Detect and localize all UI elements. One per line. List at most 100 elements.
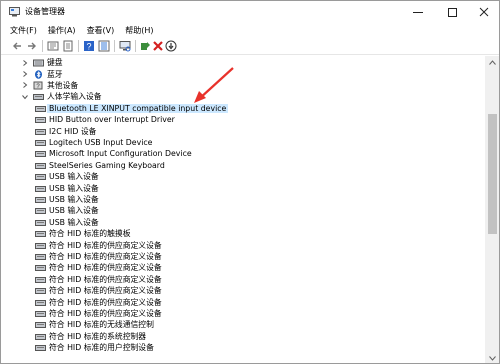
scrollbar-thumb[interactable]	[488, 114, 497, 234]
hid-device-item[interactable]: USB 输入设备	[35, 217, 99, 228]
device-tree-button[interactable]	[46, 39, 60, 53]
hid-device-item[interactable]: I2C HID 设备	[35, 125, 96, 136]
hid-device-label: SteelSeries Gaming Keyboard	[49, 160, 165, 170]
hid-device-item[interactable]: 符合 HID 标准的供应商定义设备	[35, 251, 162, 262]
hid-device-item[interactable]: 符合 HID 标准的供应商定义设备	[35, 274, 162, 285]
vertical-scrollbar[interactable]	[485, 56, 499, 363]
device-list-button[interactable]	[97, 39, 111, 53]
minimize-button[interactable]	[403, 1, 433, 23]
expand-arrow-icon[interactable]	[21, 70, 29, 78]
tree-item-keyboard[interactable]: 键盘	[21, 57, 63, 68]
close-icon	[479, 7, 489, 17]
hid-device-label: 符合 HID 标准的供应商定义设备	[49, 274, 162, 284]
device-manager-app-icon	[9, 7, 20, 17]
tree-item-human-interface-devices[interactable]: 人体学输入设备	[21, 91, 102, 102]
hid-device-label: 符合 HID 标准的供应商定义设备	[49, 297, 162, 307]
toolbar-separator	[114, 40, 115, 52]
hid-device-item[interactable]: Bluetooth LE XINPUT compatible input dev…	[35, 103, 229, 114]
window-title: 设备管理器	[25, 7, 65, 16]
hid-device-item[interactable]: 符合 HID 标准的系统控制器	[35, 331, 146, 342]
hid-device-icon	[35, 196, 46, 203]
back-button[interactable]	[10, 39, 24, 53]
scan-hardware-button[interactable]	[118, 39, 132, 53]
maximize-icon	[447, 7, 457, 17]
expand-arrow-icon[interactable]	[21, 59, 29, 67]
disable-button[interactable]	[164, 39, 178, 53]
scroll-up-button[interactable]	[485, 56, 499, 68]
menu-file[interactable]: 文件(F)	[10, 25, 37, 36]
hid-device-item[interactable]: USB 输入设备	[35, 182, 99, 193]
uninstall-button[interactable]	[151, 39, 165, 53]
hid-device-icon	[35, 174, 46, 181]
hid-device-label: USB 输入设备	[49, 194, 99, 204]
hid-device-label: 符合 HID 标准的供应商定义设备	[49, 263, 162, 273]
hid-device-icon	[35, 310, 46, 317]
hid-device-item[interactable]: USB 输入设备	[35, 194, 99, 205]
forward-icon	[28, 42, 36, 50]
hid-device-label: Microsoft Input Configuration Device	[49, 149, 192, 159]
back-icon	[13, 42, 21, 50]
hid-device-icon	[35, 151, 46, 158]
scroll-down-button[interactable]	[485, 352, 499, 363]
menu-action[interactable]: 操作(A)	[48, 25, 76, 36]
tree-item-label: 蓝牙	[47, 69, 63, 79]
menu-bar: 文件(F) 操作(A) 查看(V) 帮助(H)	[1, 23, 499, 37]
device-tree-icon	[47, 41, 59, 51]
hid-device-icon	[35, 117, 46, 124]
hid-device-icon	[35, 139, 46, 146]
hid-device-icon	[35, 231, 46, 238]
scan-hardware-icon	[119, 41, 131, 52]
hid-device-item[interactable]: 符合 HID 标准的供应商定义设备	[35, 239, 162, 250]
close-button[interactable]	[469, 1, 499, 23]
device-list-icon	[98, 40, 110, 52]
hid-device-item[interactable]: 符合 HID 标准的用户控制设备	[35, 342, 154, 353]
tree-item-label: 其他设备	[47, 80, 79, 90]
tree-item-other-devices[interactable]: ? 其他设备	[21, 80, 78, 91]
menu-view[interactable]: 查看(V)	[87, 25, 115, 36]
hid-device-item[interactable]: 符合 HID 标准的触摸板	[35, 228, 131, 239]
forward-button[interactable]	[25, 39, 39, 53]
expand-arrow-icon[interactable]	[21, 81, 29, 89]
hid-device-label: 符合 HID 标准的供应商定义设备	[49, 286, 162, 296]
hid-device-icon	[35, 253, 46, 260]
hid-device-item[interactable]: 符合 HID 标准的供应商定义设备	[35, 285, 162, 296]
hid-device-item[interactable]: 符合 HID 标准的供应商定义设备	[35, 296, 162, 307]
title-bar: 设备管理器	[1, 1, 499, 23]
device-tree[interactable]: 键盘 蓝牙 ? 其他设备 人体学输入设备 Bluetooth LE XINPUT…	[1, 56, 485, 363]
keyboard-icon	[33, 59, 44, 67]
hid-device-icon	[35, 333, 46, 340]
hid-device-item[interactable]: USB 输入设备	[35, 205, 99, 216]
hid-device-label: USB 输入设备	[49, 206, 99, 216]
help-button[interactable]: ?	[82, 39, 96, 53]
hid-device-item[interactable]: SteelSeries Gaming Keyboard	[35, 160, 165, 171]
hid-device-item[interactable]: HID Button over Interrupt Driver	[35, 114, 175, 125]
hid-device-icon	[35, 242, 46, 249]
other-devices-icon: ?	[33, 81, 43, 90]
hid-device-label: USB 输入设备	[49, 183, 99, 193]
hid-category-icon	[33, 94, 44, 101]
toolbar-separator	[42, 40, 43, 52]
hid-device-item[interactable]: 符合 HID 标准的无线通信控制	[35, 319, 154, 330]
hid-device-icon	[35, 276, 46, 283]
hid-device-item[interactable]: 符合 HID 标准的供应商定义设备	[35, 262, 162, 273]
tree-item-bluetooth[interactable]: 蓝牙	[21, 68, 63, 79]
hid-device-item[interactable]: Microsoft Input Configuration Device	[35, 148, 192, 159]
disable-icon	[165, 40, 177, 52]
device-manager-window: 设备管理器 文件(F) 操作(A) 查看(V) 帮助(H) ? 键盘 蓝牙 ? …	[0, 0, 500, 364]
hid-device-label: USB 输入设备	[49, 172, 99, 182]
hid-device-label: 符合 HID 标准的无线通信控制	[49, 320, 154, 330]
maximize-button[interactable]	[437, 1, 467, 23]
update-driver-button[interactable]	[138, 39, 152, 53]
properties-icon	[63, 40, 73, 52]
tree-item-label: 键盘	[47, 58, 63, 68]
hid-device-icon	[35, 288, 46, 295]
hid-device-item[interactable]: 符合 HID 标准的供应商定义设备	[35, 308, 162, 319]
toolbar: ?	[1, 38, 499, 55]
menu-help[interactable]: 帮助(H)	[125, 25, 153, 36]
hid-device-item[interactable]: USB 输入设备	[35, 171, 99, 182]
hid-device-label: 符合 HID 标准的系统控制器	[49, 331, 147, 341]
collapse-arrow-icon[interactable]	[21, 93, 29, 101]
properties-button[interactable]	[61, 39, 75, 53]
hid-device-icon	[35, 208, 46, 215]
hid-device-item[interactable]: Logitech USB Input Device	[35, 137, 152, 148]
